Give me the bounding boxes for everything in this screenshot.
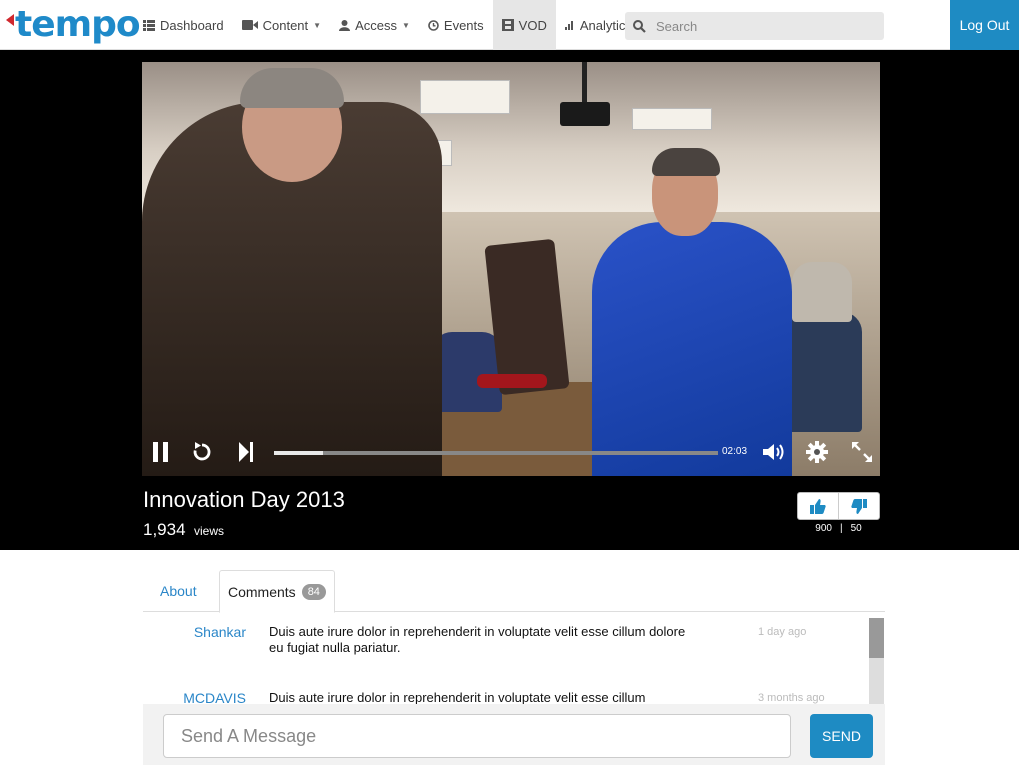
volume-button[interactable] <box>761 439 787 465</box>
view-count-number: 1,934 <box>143 520 186 539</box>
comment-author[interactable]: Shankar <box>143 624 246 640</box>
video-player[interactable]: 02:03 <box>142 62 880 476</box>
device-base <box>477 374 547 388</box>
top-navbar: tempo Dashboard Content ▼ Access ▼ Event… <box>0 0 1019 50</box>
audience-person <box>432 332 502 412</box>
content-tabs: About Comments 84 <box>143 570 885 613</box>
nav-item-content[interactable]: Content ▼ <box>233 0 330 50</box>
thumbs-down-icon <box>851 498 867 514</box>
message-composer: SEND <box>143 704 885 765</box>
presenter-right-hair <box>652 148 720 176</box>
settings-button[interactable] <box>804 439 830 465</box>
gear-icon <box>806 441 828 463</box>
like-count: 900 <box>815 523 832 534</box>
comments-scrollbar[interactable] <box>869 618 884 704</box>
skip-next-button[interactable] <box>233 439 259 465</box>
fullscreen-icon <box>852 442 872 462</box>
tab-comments-label: Comments <box>228 583 296 600</box>
dislike-count: 50 <box>850 523 862 534</box>
scrollbar-thumb[interactable] <box>869 618 884 658</box>
clock-icon <box>428 19 439 31</box>
audience-person <box>782 312 862 432</box>
nav-item-label: Dashboard <box>160 17 224 33</box>
logo-text: tempo <box>15 4 141 45</box>
nav-item-label: Content <box>262 17 309 33</box>
chevron-down-icon: ▼ <box>401 20 410 30</box>
nav-item-events[interactable]: Events <box>419 0 493 50</box>
nav-item-label: Access <box>355 17 397 33</box>
nav-item-dashboard[interactable]: Dashboard <box>134 0 233 50</box>
nav-item-label: Events <box>443 17 484 33</box>
projector <box>560 102 610 126</box>
comment-item: Shankar Duis aute irure dolor in reprehe… <box>143 624 885 674</box>
like-button[interactable] <box>798 493 839 519</box>
tab-about[interactable]: About <box>143 570 214 612</box>
nav-item-label: VOD <box>518 17 547 33</box>
comments-list: Shankar Duis aute irure dolor in reprehe… <box>143 612 885 704</box>
list-icon <box>143 19 155 31</box>
projector-pole <box>582 62 587 102</box>
presenter-left-hair <box>240 68 344 108</box>
comment-author[interactable]: MCDAVIS <box>143 690 246 704</box>
send-button[interactable]: SEND <box>810 714 873 758</box>
thumbs-up-icon <box>810 498 826 514</box>
logo-mark-icon <box>6 14 14 26</box>
nav-item-access[interactable]: Access ▼ <box>330 0 419 50</box>
rating-buttons <box>797 492 880 520</box>
comments-count-badge: 84 <box>301 583 326 600</box>
volume-icon <box>763 444 784 460</box>
comment-time: 1 day ago <box>758 626 807 638</box>
search-input[interactable] <box>656 18 856 34</box>
nav-item-vod[interactable]: VOD <box>492 0 556 50</box>
player-controls: 02:03 <box>142 428 880 476</box>
skip-next-icon <box>239 442 253 462</box>
search-icon <box>633 19 646 33</box>
audience-person <box>792 262 852 322</box>
video-title: Innovation Day 2013 <box>143 487 345 512</box>
comment-time: 3 months ago <box>758 692 825 704</box>
logout-button[interactable]: Log Out <box>950 0 1019 50</box>
main-nav: Dashboard Content ▼ Access ▼ Events VOD … <box>134 0 654 50</box>
current-time: 02:03 <box>722 446 748 457</box>
replay-icon <box>193 442 211 461</box>
chevron-down-icon: ▼ <box>313 20 322 30</box>
user-icon <box>339 19 351 31</box>
dislike-button[interactable] <box>839 493 879 519</box>
view-count: 1,934 views <box>143 520 224 540</box>
bar-chart-icon <box>564 21 573 30</box>
tab-comments[interactable]: Comments 84 <box>219 570 335 613</box>
video-camera-icon <box>241 20 258 30</box>
comment-text: Duis aute irure dolor in reprehenderit i… <box>269 624 686 655</box>
pause-button[interactable] <box>148 439 174 465</box>
fullscreen-button[interactable] <box>849 439 875 465</box>
video-stage: 02:03 <box>0 50 1019 550</box>
message-input[interactable] <box>163 714 791 758</box>
view-count-label: views <box>194 524 225 538</box>
ceiling-light <box>420 80 510 114</box>
search-box <box>625 12 884 40</box>
pause-icon <box>153 442 168 462</box>
rating-counts: 900 | 50 <box>797 523 880 534</box>
comment-item: MCDAVIS Duis aute irure dolor in reprehe… <box>143 690 885 704</box>
film-icon <box>501 19 514 31</box>
replay-button[interactable] <box>189 439 215 465</box>
seek-bar-progress <box>274 451 323 455</box>
tempo-logo[interactable]: tempo <box>6 4 141 46</box>
comment-text: Duis aute irure dolor in reprehenderit i… <box>269 690 646 704</box>
seek-bar[interactable] <box>274 451 718 455</box>
ceiling-light <box>632 108 712 130</box>
rating-separator: | <box>839 523 843 534</box>
